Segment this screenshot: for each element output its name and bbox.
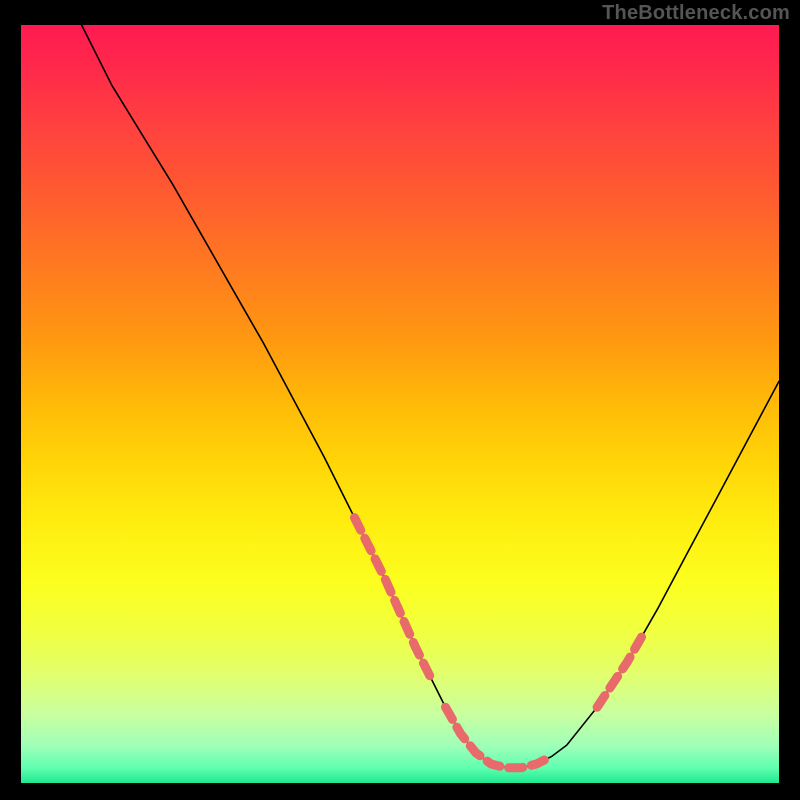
watermark-text: TheBottleneck.com xyxy=(602,2,790,25)
valley-floor-dots xyxy=(446,707,552,768)
right-shoulder-dots xyxy=(597,635,643,707)
left-shoulder-dots xyxy=(355,518,431,677)
plot-area xyxy=(21,25,779,783)
bottleneck-curve xyxy=(82,25,779,768)
chart-frame: TheBottleneck.com xyxy=(0,0,800,800)
chart-svg xyxy=(21,25,779,783)
